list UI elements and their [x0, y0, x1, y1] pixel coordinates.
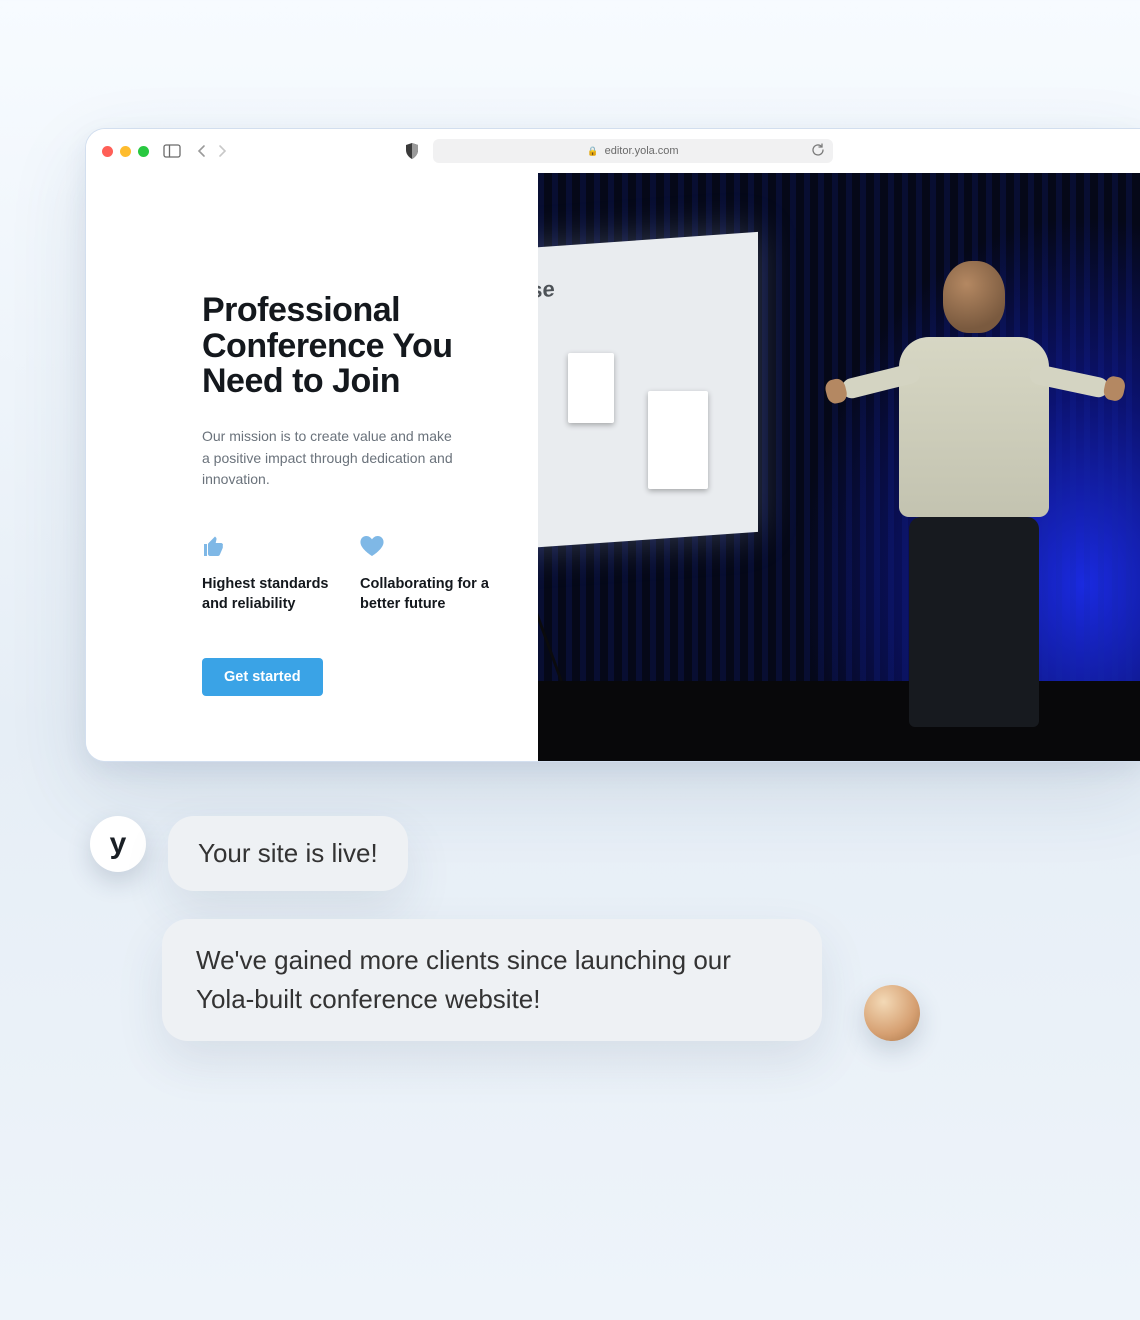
feature-item: Collaborating for a better future [360, 535, 490, 614]
speaker-figure [889, 261, 1059, 721]
brand-glyph: y [110, 827, 127, 861]
hero-subtext: Our mission is to create value and make … [202, 426, 462, 491]
chat-bubble: We've gained more clients since launchin… [162, 919, 822, 1041]
privacy-shield-icon[interactable] [405, 143, 419, 159]
headline-line: Conference You [202, 327, 453, 365]
thumbs-up-icon [202, 535, 332, 561]
feature-item: Highest standards and reliability [202, 535, 332, 614]
feature-list: Highest standards and reliability Collab… [202, 535, 490, 614]
feature-label: Collaborating for a better future [360, 575, 490, 614]
minimize-window-icon[interactable] [120, 146, 131, 157]
chat-row: We've gained more clients since launchin… [162, 919, 1030, 1041]
chat-thread: y Your site is live! We've gained more c… [90, 816, 1030, 1069]
brand-avatar: y [90, 816, 146, 872]
heart-icon [360, 535, 490, 561]
browser-chrome: 🔒 editor.yola.com [86, 129, 1140, 173]
browser-window: 🔒 editor.yola.com Professional Conferenc… [85, 128, 1140, 762]
url-text: editor.yola.com [605, 145, 679, 157]
feature-label: Highest standards and reliability [202, 575, 332, 614]
back-button[interactable] [197, 144, 207, 158]
headline-line: Need to Join [202, 362, 400, 400]
hero-copy: Professional Conference You Need to Join… [86, 173, 538, 761]
address-bar[interactable]: 🔒 editor.yola.com [433, 139, 833, 163]
get-started-button[interactable]: Get started [202, 658, 323, 696]
chat-row: y Your site is live! [90, 816, 1030, 891]
refresh-icon[interactable] [811, 143, 825, 157]
maximize-window-icon[interactable] [138, 146, 149, 157]
sidebar-toggle-icon[interactable] [163, 144, 181, 158]
close-window-icon[interactable] [102, 146, 113, 157]
headline-line: Professional [202, 291, 400, 329]
lock-icon: 🔒 [587, 146, 598, 157]
hero-headline: Professional Conference You Need to Join [202, 293, 490, 400]
card [648, 391, 708, 489]
website-preview: Professional Conference You Need to Join… [86, 173, 1140, 761]
user-avatar [864, 985, 920, 1041]
hero-image [538, 173, 1140, 761]
chat-bubble: Your site is live! [168, 816, 408, 891]
forward-button[interactable] [217, 144, 227, 158]
slide-cards [568, 353, 694, 451]
window-controls [102, 146, 149, 157]
card [568, 353, 614, 423]
